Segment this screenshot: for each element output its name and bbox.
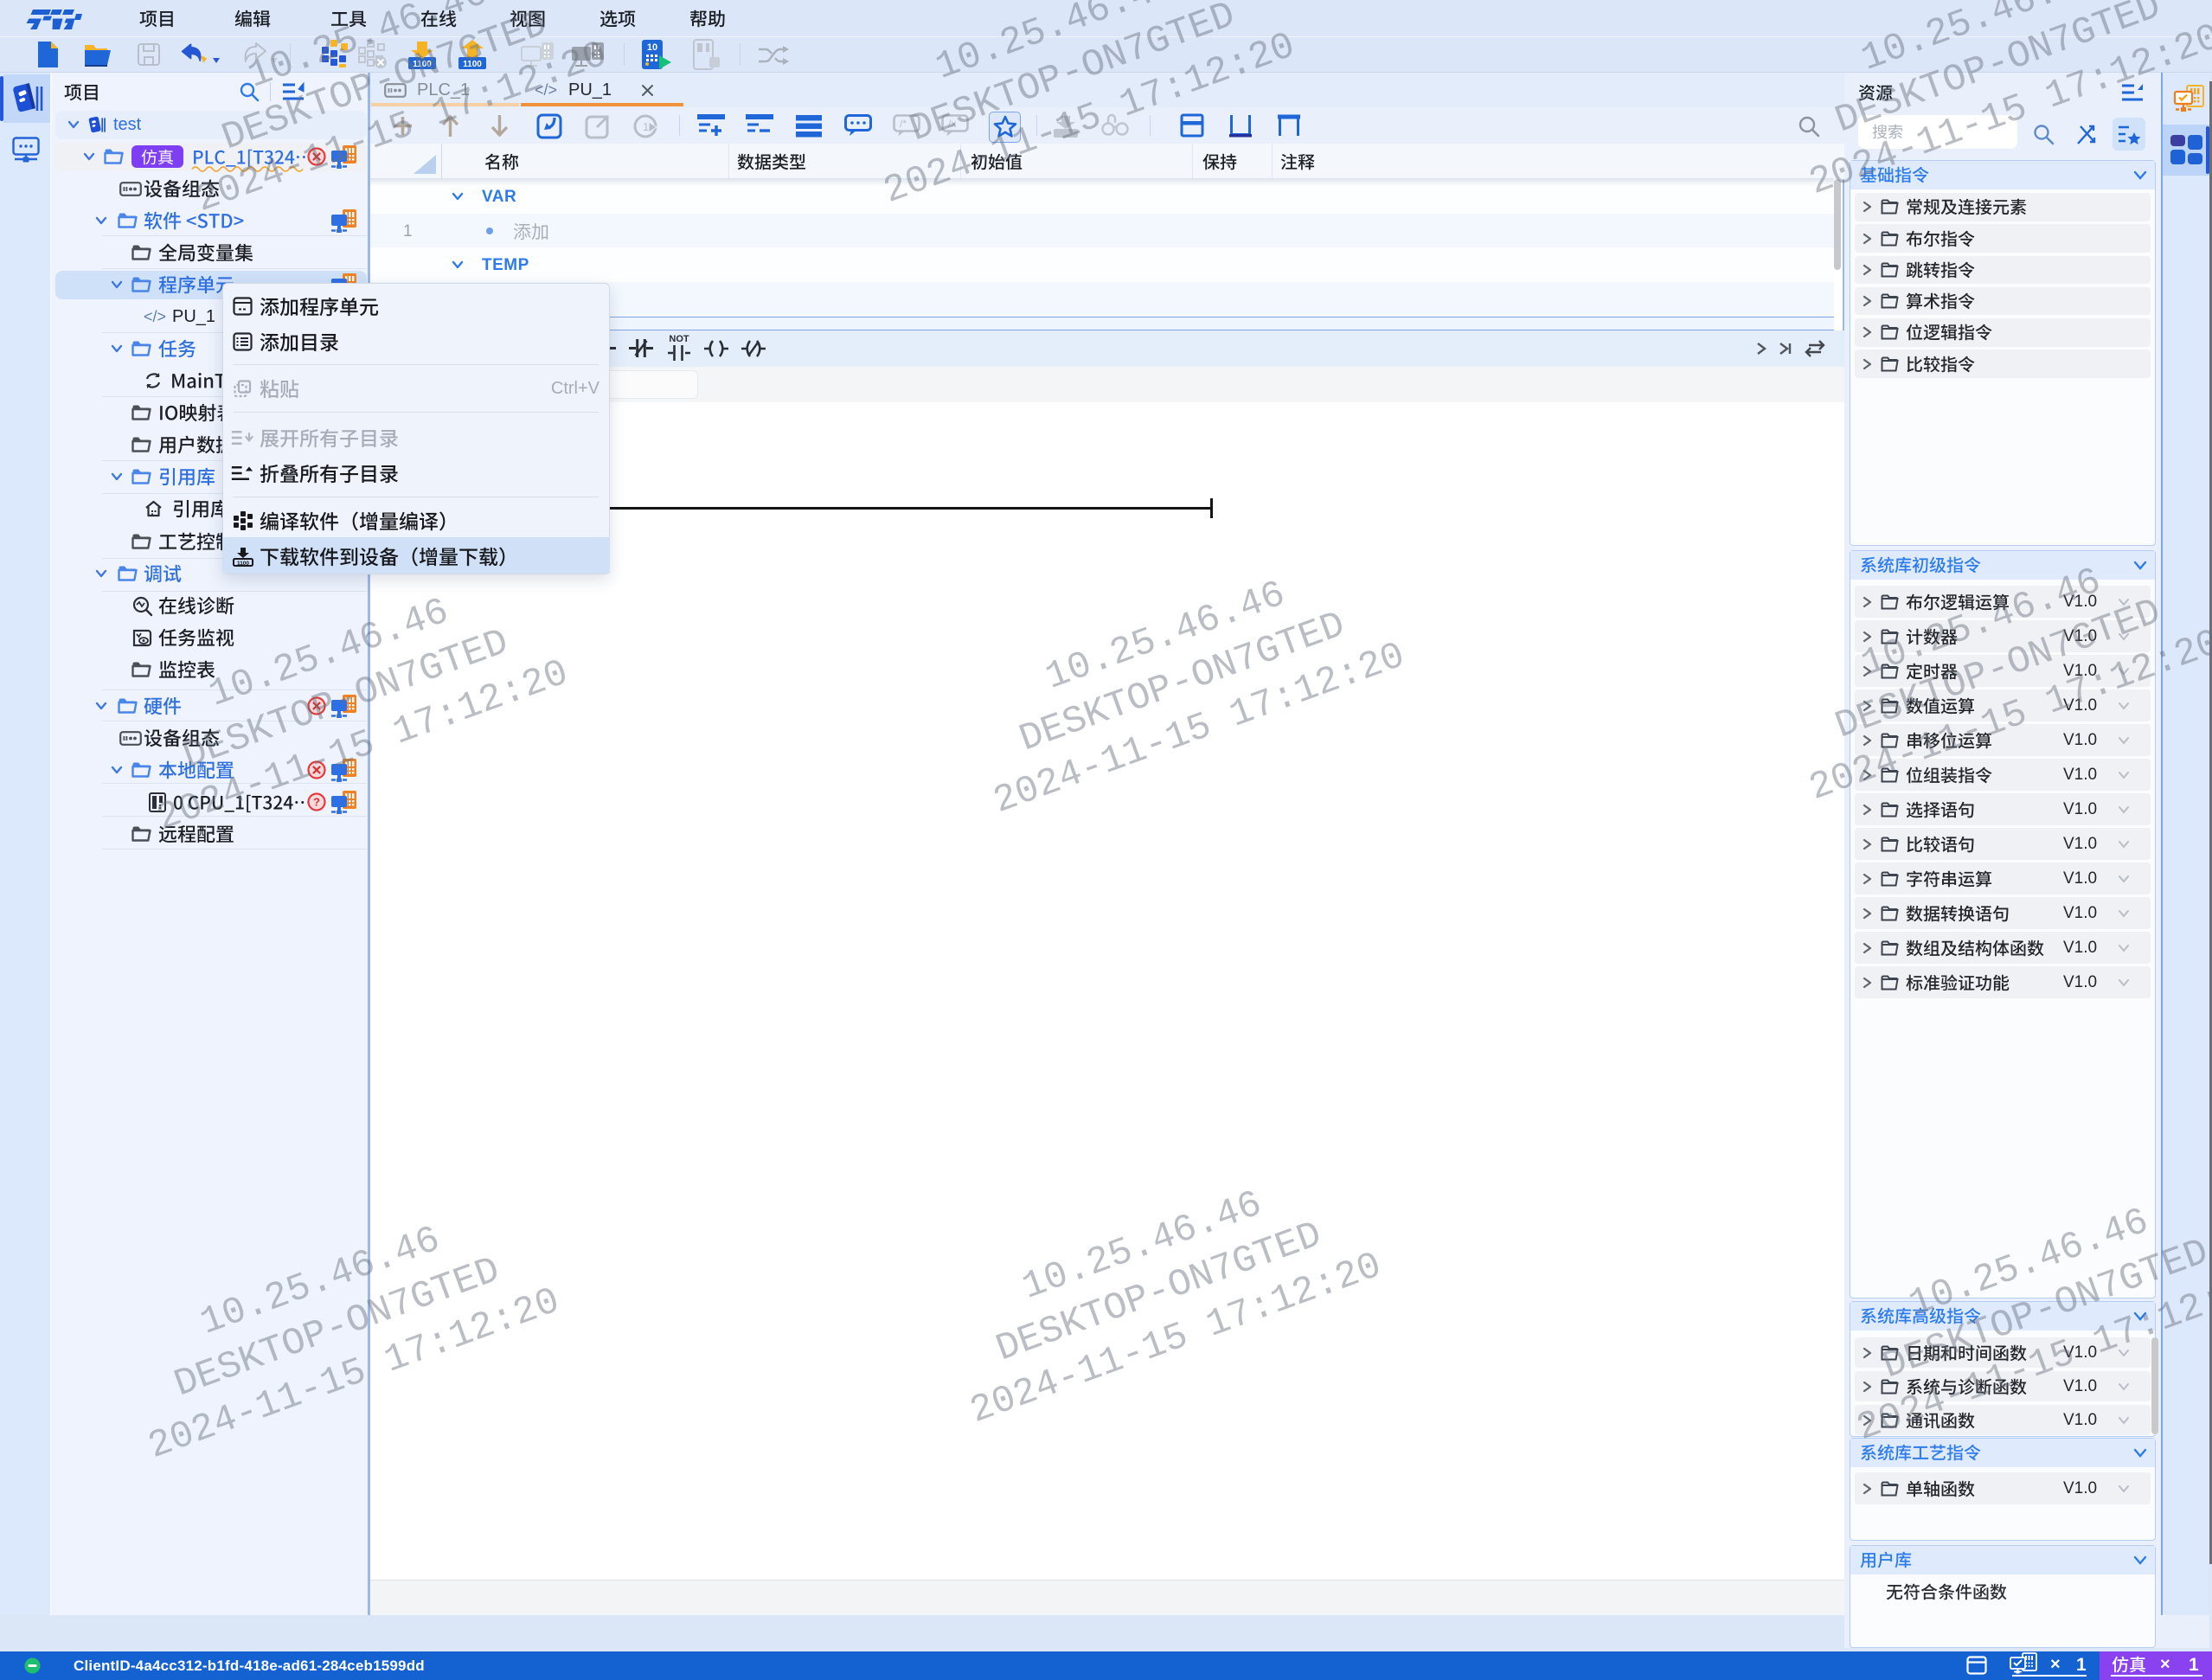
svg-text:1: 1 bbox=[643, 120, 649, 133]
svg-text:10: 10 bbox=[647, 42, 657, 53]
svg-text:1100: 1100 bbox=[413, 60, 432, 69]
svg-text:1100: 1100 bbox=[237, 561, 249, 567]
svg-text:?: ? bbox=[313, 796, 320, 809]
svg-text:1100: 1100 bbox=[463, 60, 482, 69]
svg-text:/x: /x bbox=[948, 118, 956, 130]
svg-text:/*: /* bbox=[900, 118, 907, 130]
svg-text:NOT: NOT bbox=[669, 334, 689, 344]
